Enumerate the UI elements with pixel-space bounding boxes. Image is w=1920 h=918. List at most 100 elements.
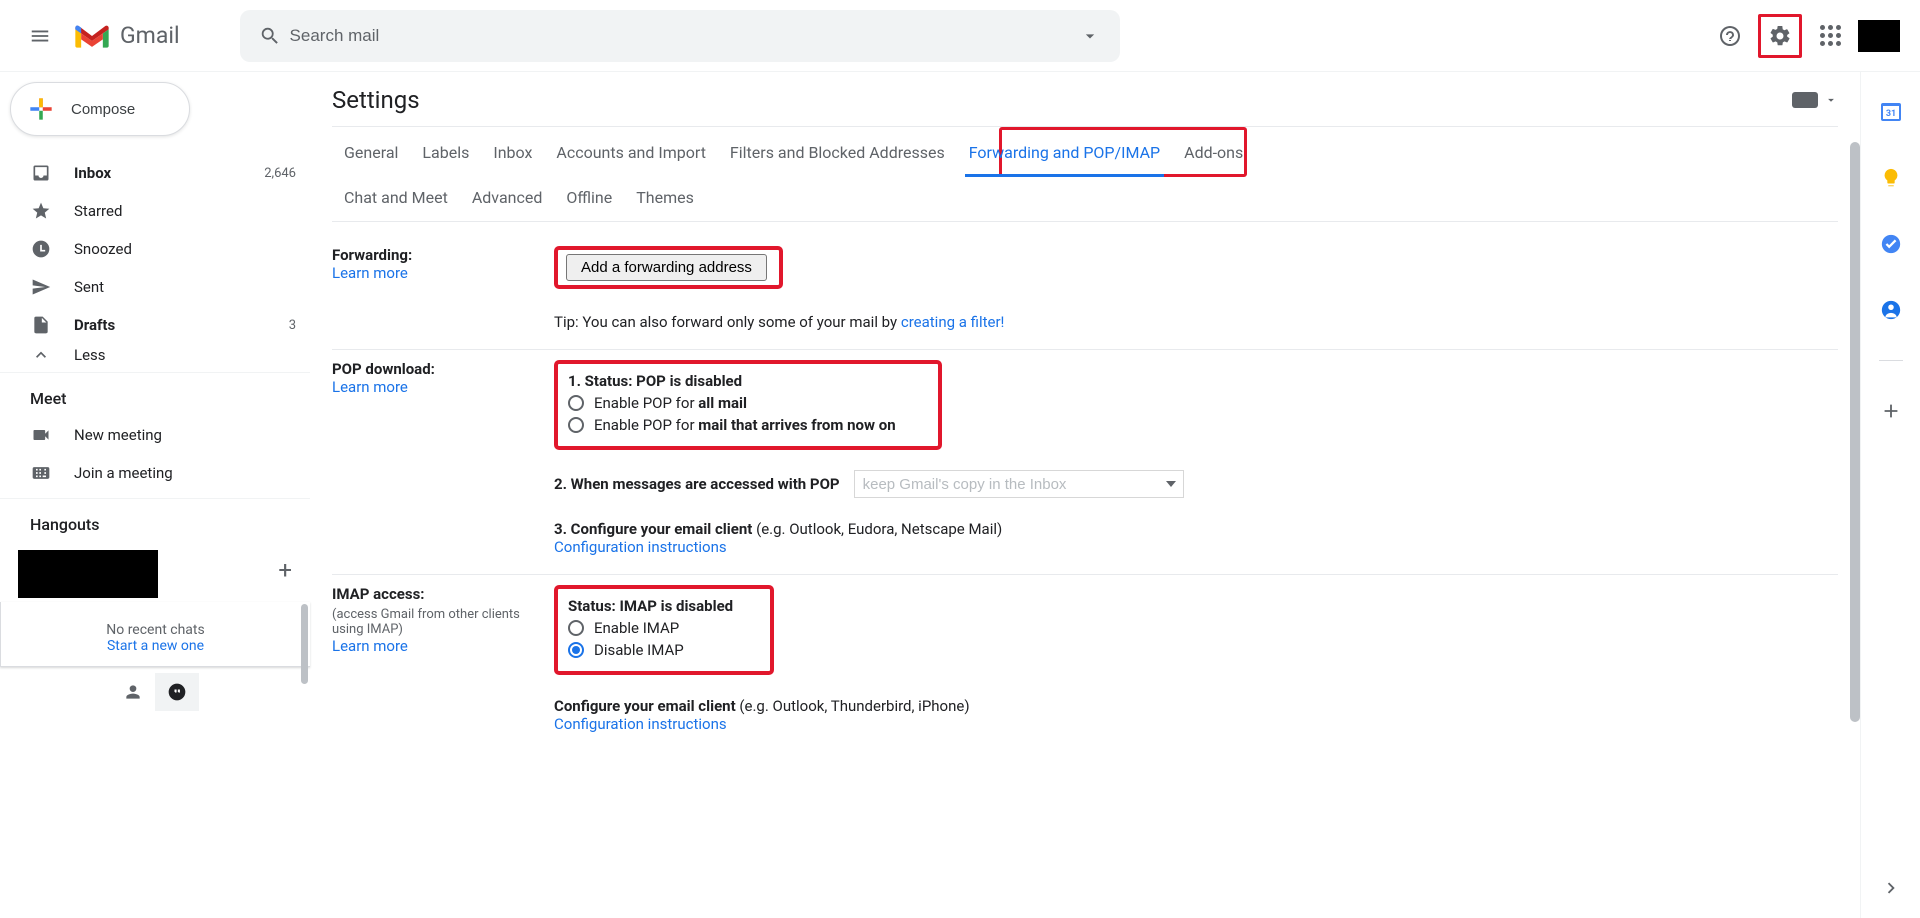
tab-addons[interactable]: Add-ons bbox=[1172, 131, 1255, 176]
hangouts-user-badge[interactable] bbox=[18, 550, 158, 598]
calendar-icon: 31 bbox=[1879, 100, 1903, 124]
meet-new-meeting[interactable]: New meeting bbox=[0, 416, 310, 454]
pop-section: POP download: Learn more 1. Status: POP … bbox=[332, 350, 1838, 575]
star-icon bbox=[30, 200, 52, 222]
forwarding-heading: Forwarding: bbox=[332, 246, 544, 264]
imap-disable[interactable]: Disable IMAP bbox=[568, 641, 754, 659]
compose-label: Compose bbox=[71, 101, 135, 118]
plus-icon bbox=[25, 93, 57, 125]
calendar-app[interactable]: 31 bbox=[1871, 92, 1911, 132]
compose-button[interactable]: Compose bbox=[10, 82, 190, 136]
svg-text:31: 31 bbox=[1885, 109, 1895, 119]
imap-subheading: (access Gmail from other clients using I… bbox=[332, 607, 544, 637]
person-icon bbox=[123, 682, 143, 702]
contacts-tab[interactable] bbox=[111, 673, 155, 711]
sidebar-item-starred[interactable]: Starred bbox=[0, 192, 310, 230]
imap-section: IMAP access: (access Gmail from other cl… bbox=[332, 575, 1838, 751]
sidebar-item-drafts[interactable]: Drafts 3 bbox=[0, 306, 310, 344]
tab-themes[interactable]: Themes bbox=[624, 176, 706, 221]
support-button[interactable] bbox=[1708, 14, 1752, 58]
forwarding-tip: Tip: You can also forward only some of y… bbox=[554, 313, 1004, 331]
no-chats-text: No recent chats bbox=[1, 622, 310, 638]
main-content: Settings General Labels Inbox Accounts a… bbox=[310, 72, 1920, 918]
input-tools-button[interactable] bbox=[1792, 92, 1838, 108]
search-button[interactable] bbox=[250, 16, 290, 56]
create-filter-link[interactable]: creating a filter! bbox=[901, 313, 1005, 331]
gear-icon bbox=[1768, 24, 1792, 48]
keyboard-icon bbox=[1792, 92, 1818, 108]
search-options-button[interactable] bbox=[1070, 16, 1110, 56]
hangouts-tab[interactable] bbox=[155, 673, 199, 711]
sidebar-item-sent[interactable]: Sent bbox=[0, 268, 310, 306]
header-actions bbox=[1708, 14, 1900, 58]
settings-tabs: General Labels Inbox Accounts and Import… bbox=[332, 126, 1838, 222]
sidebar-item-label: Sent bbox=[74, 278, 296, 296]
header: Gmail bbox=[0, 0, 1920, 72]
account-avatar[interactable] bbox=[1858, 20, 1900, 52]
tab-inbox[interactable]: Inbox bbox=[481, 131, 544, 176]
sidebar-item-less[interactable]: Less bbox=[0, 344, 310, 366]
scrollbar-thumb[interactable] bbox=[301, 604, 308, 684]
sidebar-item-count: 2,646 bbox=[264, 166, 296, 181]
sidebar-item-label: Less bbox=[74, 346, 296, 364]
tasks-icon bbox=[1880, 233, 1902, 255]
imap-learn-more[interactable]: Learn more bbox=[332, 637, 408, 655]
apps-button[interactable] bbox=[1808, 14, 1852, 58]
sidebar-item-label: Snoozed bbox=[74, 240, 296, 258]
sidebar-item-snoozed[interactable]: Snoozed bbox=[0, 230, 310, 268]
tab-offline[interactable]: Offline bbox=[554, 176, 624, 221]
file-icon bbox=[30, 314, 52, 336]
chevron-right-icon bbox=[1880, 877, 1902, 899]
hangouts-panel: No recent chats Start a new one bbox=[0, 602, 310, 667]
sidebar-item-label: Drafts bbox=[74, 316, 289, 334]
tab-filters[interactable]: Filters and Blocked Addresses bbox=[718, 131, 957, 176]
plus-icon bbox=[1880, 400, 1902, 422]
keyboard-icon bbox=[30, 462, 52, 484]
hangouts-add-button[interactable]: + bbox=[278, 556, 292, 584]
sidebar-item-count: 3 bbox=[289, 318, 296, 333]
pop-config-link[interactable]: Configuration instructions bbox=[554, 538, 727, 556]
tab-accounts[interactable]: Accounts and Import bbox=[544, 131, 718, 176]
search-input[interactable] bbox=[290, 26, 1070, 46]
help-icon bbox=[1718, 24, 1742, 48]
start-chat-link[interactable]: Start a new one bbox=[107, 638, 204, 654]
pop-action-select[interactable]: keep Gmail's copy in the Inbox bbox=[854, 470, 1184, 498]
contacts-app[interactable] bbox=[1871, 290, 1911, 330]
radio-icon bbox=[568, 620, 584, 636]
gmail-text: Gmail bbox=[120, 22, 180, 49]
imap-config-link[interactable]: Configuration instructions bbox=[554, 715, 727, 733]
tasks-app[interactable] bbox=[1871, 224, 1911, 264]
main-menu-button[interactable] bbox=[16, 12, 64, 60]
video-icon bbox=[30, 424, 52, 446]
tab-forwarding[interactable]: Forwarding and POP/IMAP bbox=[957, 131, 1172, 176]
tab-chat[interactable]: Chat and Meet bbox=[332, 176, 460, 221]
radio-icon bbox=[568, 395, 584, 411]
imap-enable[interactable]: Enable IMAP bbox=[568, 619, 754, 637]
meet-join-meeting[interactable]: Join a meeting bbox=[0, 454, 310, 492]
forwarding-section: Forwarding: Learn more Add a forwarding … bbox=[332, 236, 1838, 350]
meet-join-label: Join a meeting bbox=[74, 464, 296, 482]
settings-button[interactable] bbox=[1758, 14, 1802, 58]
hangouts-heading: Hangouts bbox=[18, 501, 100, 542]
add-forwarding-button[interactable]: Add a forwarding address bbox=[566, 254, 767, 281]
imap-status: Status: IMAP is disabled bbox=[568, 597, 754, 615]
radio-icon bbox=[568, 417, 584, 433]
tab-advanced[interactable]: Advanced bbox=[460, 176, 555, 221]
pop-q3: 3. Configure your email client (e.g. Out… bbox=[554, 520, 1838, 538]
get-addons[interactable] bbox=[1871, 391, 1911, 431]
pop-learn-more[interactable]: Learn more bbox=[332, 378, 408, 396]
gmail-m-icon bbox=[72, 21, 112, 51]
radio-checked-icon bbox=[568, 642, 584, 658]
scrollbar-thumb[interactable] bbox=[1850, 142, 1860, 722]
keep-app[interactable] bbox=[1871, 158, 1911, 198]
tab-labels[interactable]: Labels bbox=[410, 131, 481, 176]
pop-enable-new[interactable]: Enable POP for mail that arrives from no… bbox=[568, 416, 922, 434]
gmail-logo[interactable]: Gmail bbox=[72, 21, 180, 51]
hide-panel[interactable] bbox=[1871, 868, 1911, 908]
forwarding-learn-more[interactable]: Learn more bbox=[332, 264, 408, 282]
sidebar: Compose Inbox 2,646 Starred Snoozed bbox=[0, 72, 310, 918]
meet-new-label: New meeting bbox=[74, 426, 296, 444]
pop-enable-all[interactable]: Enable POP for all mail bbox=[568, 394, 922, 412]
tab-general[interactable]: General bbox=[332, 131, 410, 176]
sidebar-item-inbox[interactable]: Inbox 2,646 bbox=[0, 154, 310, 192]
